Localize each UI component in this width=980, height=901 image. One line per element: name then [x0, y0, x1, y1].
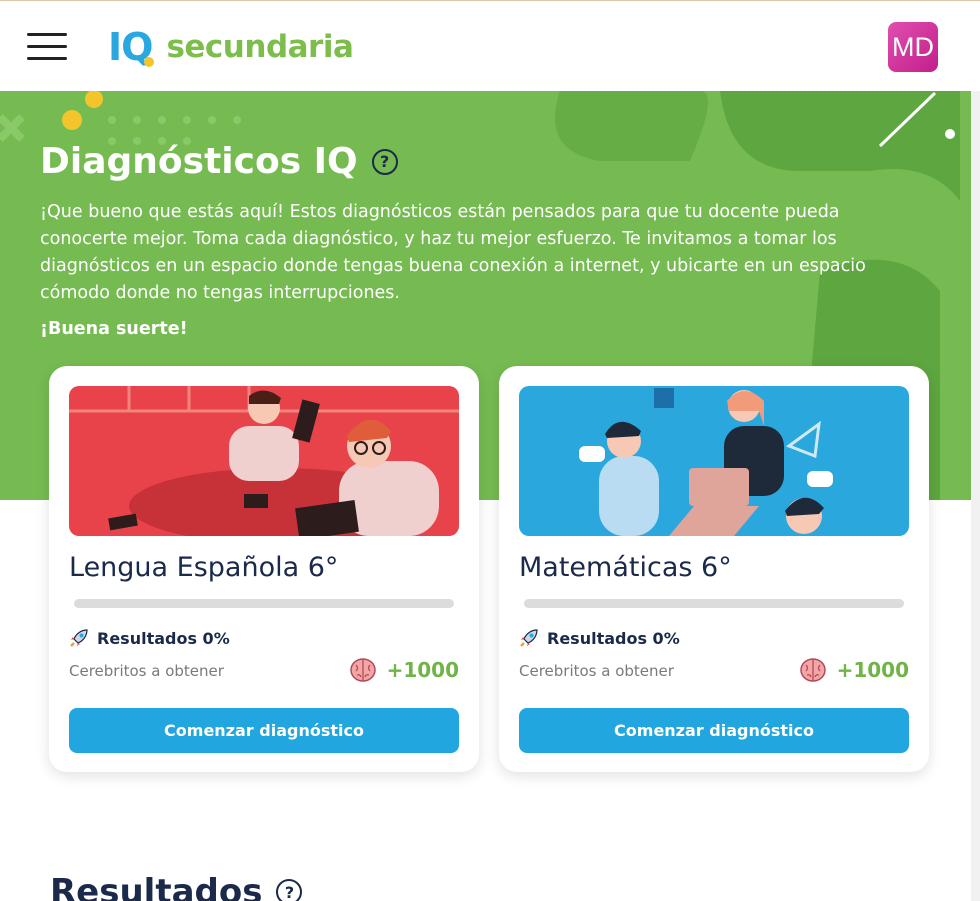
brain-icon [349, 656, 377, 684]
brains-reward: +1000 [349, 656, 459, 684]
brains-label: Cerebritos a obtener [519, 662, 674, 680]
page-title-text: Diagnósticos IQ [40, 141, 358, 182]
rocket-icon [519, 628, 539, 648]
diagnostic-card-lengua: Lengua Española 6° Resultados 0% Cerebri… [49, 366, 479, 772]
scrollbar[interactable] [971, 91, 980, 901]
brains-value: +1000 [386, 658, 459, 682]
brain-icon [799, 656, 827, 684]
help-icon[interactable]: ? [371, 148, 398, 175]
card-illustration [69, 386, 459, 536]
results-section-title: Resultados ? [50, 872, 303, 901]
logo-iq: IQ [108, 25, 153, 69]
good-luck-text: ¡Buena suerte! [40, 319, 188, 339]
results-text: Resultados 0% [97, 628, 230, 648]
brains-value: +1000 [836, 658, 909, 682]
rocket-icon [69, 628, 89, 648]
card-illustration [519, 386, 909, 536]
results-label: Resultados 0% [519, 628, 680, 648]
progress-bar [74, 599, 454, 608]
math-illustration [519, 386, 909, 536]
results-text: Resultados 0% [547, 628, 680, 648]
top-bar: IQ secundaria MD [0, 0, 980, 91]
diagnostic-card-matematicas: Matemáticas 6° Resultados 0% Cerebritos … [499, 366, 929, 772]
reading-illustration [69, 386, 459, 536]
page-title: Diagnósticos IQ ? [40, 141, 398, 182]
results-section-title-text: Resultados [50, 872, 263, 901]
help-icon[interactable]: ? [276, 879, 303, 901]
logo-text: secundaria [166, 29, 354, 65]
results-label: Resultados 0% [69, 628, 230, 648]
start-diagnostic-button[interactable]: Comenzar diagnóstico [519, 708, 909, 753]
card-title: Lengua Española 6° [69, 552, 339, 583]
start-diagnostic-button[interactable]: Comenzar diagnóstico [69, 708, 459, 753]
progress-bar [524, 599, 904, 608]
menu-icon[interactable] [27, 33, 67, 61]
brains-label: Cerebritos a obtener [69, 662, 224, 680]
brains-reward: +1000 [799, 656, 909, 684]
card-title: Matemáticas 6° [519, 552, 732, 583]
avatar[interactable]: MD [888, 22, 938, 72]
logo[interactable]: IQ secundaria [108, 25, 354, 69]
intro-text: ¡Que bueno que estás aquí! Estos diagnós… [40, 202, 866, 303]
